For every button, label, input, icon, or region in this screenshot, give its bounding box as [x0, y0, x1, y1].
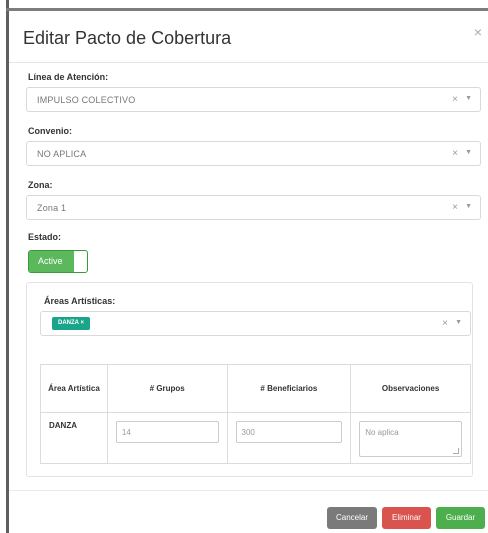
areas-label: Áreas Artísticas: — [44, 296, 116, 306]
convenio-clear-icon[interactable]: × — [452, 148, 458, 159]
linea-clear-icon[interactable]: × — [452, 94, 458, 105]
estado-toggle-label: Active — [29, 251, 74, 272]
zona-select[interactable]: Zona 1 × ▼ — [26, 195, 481, 220]
cancel-button[interactable]: Cancelar — [327, 507, 377, 529]
linea-label: Línea de Atención: — [28, 72, 109, 82]
tag-remove-icon[interactable]: × — [80, 320, 84, 326]
col-beneficiarios: # Beneficiarios — [226, 364, 352, 413]
col-grupos: # Grupos — [106, 364, 228, 413]
modal-dialog: Editar Pacto de Cobertura × Línea de Ate… — [0, 0, 488, 533]
modal-header: Editar Pacto de Cobertura × — [9, 11, 488, 63]
area-tag-label: DANZA — [58, 320, 79, 326]
areas-table: Área Artística # Grupos # Beneficiarios … — [40, 364, 471, 464]
window-left-border — [6, 0, 9, 533]
linea-select[interactable]: IMPULSO COLECTIVO × ▼ — [26, 87, 481, 112]
table-row: DANZA 14 300 No aplica — [40, 412, 471, 464]
estado-toggle[interactable]: Active — [28, 250, 88, 273]
linea-chevron-down-icon[interactable]: ▼ — [465, 95, 472, 102]
estado-label: Estado: — [28, 232, 62, 242]
observaciones-textarea[interactable]: No aplica — [359, 421, 462, 457]
modal-title: Editar Pacto de Cobertura — [23, 28, 232, 48]
convenio-select[interactable]: NO APLICA × ▼ — [26, 141, 481, 166]
linea-value: IMPULSO COLECTIVO — [37, 95, 136, 105]
close-icon[interactable]: × — [474, 24, 482, 40]
areas-clear-icon[interactable]: × — [442, 318, 448, 329]
zona-chevron-down-icon[interactable]: ▼ — [465, 203, 472, 210]
zona-clear-icon[interactable]: × — [452, 202, 458, 213]
areas-multiselect[interactable]: × ▼ — [40, 311, 471, 336]
convenio-label: Convenio: — [28, 126, 72, 136]
convenio-chevron-down-icon[interactable]: ▼ — [465, 149, 472, 156]
beneficiarios-input[interactable]: 300 — [235, 421, 343, 443]
grupos-input[interactable]: 14 — [115, 421, 219, 443]
area-tag-danza[interactable]: DANZA × — [52, 317, 90, 330]
zona-label: Zona: — [28, 180, 53, 190]
save-button[interactable]: Guardar — [436, 507, 485, 529]
delete-button[interactable]: Eliminar — [382, 507, 431, 529]
col-area: Área Artística — [40, 364, 108, 413]
col-observaciones: Observaciones — [350, 364, 471, 413]
zona-value: Zona 1 — [37, 203, 67, 213]
convenio-value: NO APLICA — [37, 149, 87, 159]
areas-chevron-down-icon[interactable]: ▼ — [455, 319, 462, 326]
table-header-row: Área Artística # Grupos # Beneficiarios … — [40, 364, 471, 413]
row-area: DANZA — [40, 412, 108, 464]
